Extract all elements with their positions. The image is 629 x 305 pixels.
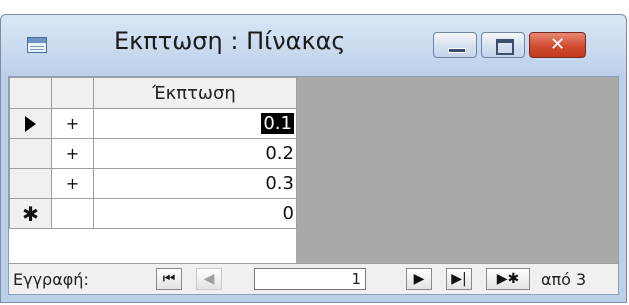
record-selector[interactable] <box>9 168 52 199</box>
table-row[interactable]: + 0.1 <box>9 108 297 139</box>
minimize-icon <box>448 48 466 53</box>
datasheet-table: Έκπτωση + 0.1 + 0.2 + 0.3 ✱ 0 <box>9 77 297 229</box>
table-icon <box>27 37 47 53</box>
record-selector[interactable] <box>9 138 52 169</box>
new-record-icon[interactable]: ✱ <box>9 198 52 229</box>
cell-value[interactable]: 0.2 <box>93 138 297 169</box>
next-record-button[interactable]: ▶ <box>406 268 432 290</box>
new-record-row[interactable]: ✱ 0 <box>9 198 297 229</box>
empty-grid-area <box>296 77 618 263</box>
title-bar[interactable]: Εκπτωση : Πίνακας ✕ <box>1 15 626 75</box>
previous-record-button[interactable]: ◀ <box>196 268 222 290</box>
record-selector-current[interactable] <box>9 108 52 139</box>
record-label: Εγγραφή: <box>13 270 89 289</box>
minimize-button[interactable] <box>433 32 477 58</box>
maximize-button[interactable] <box>481 32 525 58</box>
expand-cell-empty <box>51 198 94 229</box>
cell-value-new[interactable]: 0 <box>93 198 297 229</box>
close-icon: ✕ <box>549 34 566 55</box>
expand-button[interactable]: + <box>51 138 94 169</box>
table-window: Εκπτωση : Πίνακας ✕ Έκπτωση + 0.1 + 0.2 … <box>0 14 627 303</box>
header-row: Έκπτωση <box>9 77 297 109</box>
expand-button[interactable]: + <box>51 108 94 139</box>
next-record-icon: ▶ <box>413 271 425 287</box>
current-record-arrow-icon <box>25 116 36 132</box>
cell-value[interactable]: 0.3 <box>93 168 297 199</box>
record-count: από 3 <box>541 270 587 289</box>
record-navigation-bar: Εγγραφή: ⏮ ◀ 1 ▶ ▶| ▶✱ από 3 <box>9 263 618 294</box>
table-row[interactable]: + 0.3 <box>9 168 297 199</box>
cell-value-selected[interactable]: 0.1 <box>261 113 294 134</box>
cell-value[interactable]: 0.1 <box>93 108 297 139</box>
first-record-icon: ⏮ <box>162 271 176 287</box>
select-all-corner[interactable] <box>9 77 52 109</box>
datasheet-view: Έκπτωση + 0.1 + 0.2 + 0.3 ✱ 0 Εγγραφή: ⏮… <box>8 76 619 295</box>
last-record-icon: ▶| <box>451 271 467 287</box>
new-record-button[interactable]: ▶✱ <box>486 268 530 290</box>
expand-button[interactable]: + <box>51 168 94 199</box>
column-header-ekptosi[interactable]: Έκπτωση <box>93 77 297 109</box>
table-row[interactable]: + 0.2 <box>9 138 297 169</box>
close-button[interactable]: ✕ <box>529 32 586 58</box>
last-record-button[interactable]: ▶| <box>446 268 472 290</box>
expand-column-header <box>51 77 94 109</box>
new-record-nav-icon: ▶✱ <box>496 271 520 287</box>
window-title: Εκπτωση : Πίνακας <box>114 27 346 55</box>
previous-record-icon: ◀ <box>203 271 215 287</box>
maximize-icon <box>496 39 514 55</box>
current-record-field[interactable]: 1 <box>254 268 366 290</box>
first-record-button[interactable]: ⏮ <box>156 268 182 290</box>
